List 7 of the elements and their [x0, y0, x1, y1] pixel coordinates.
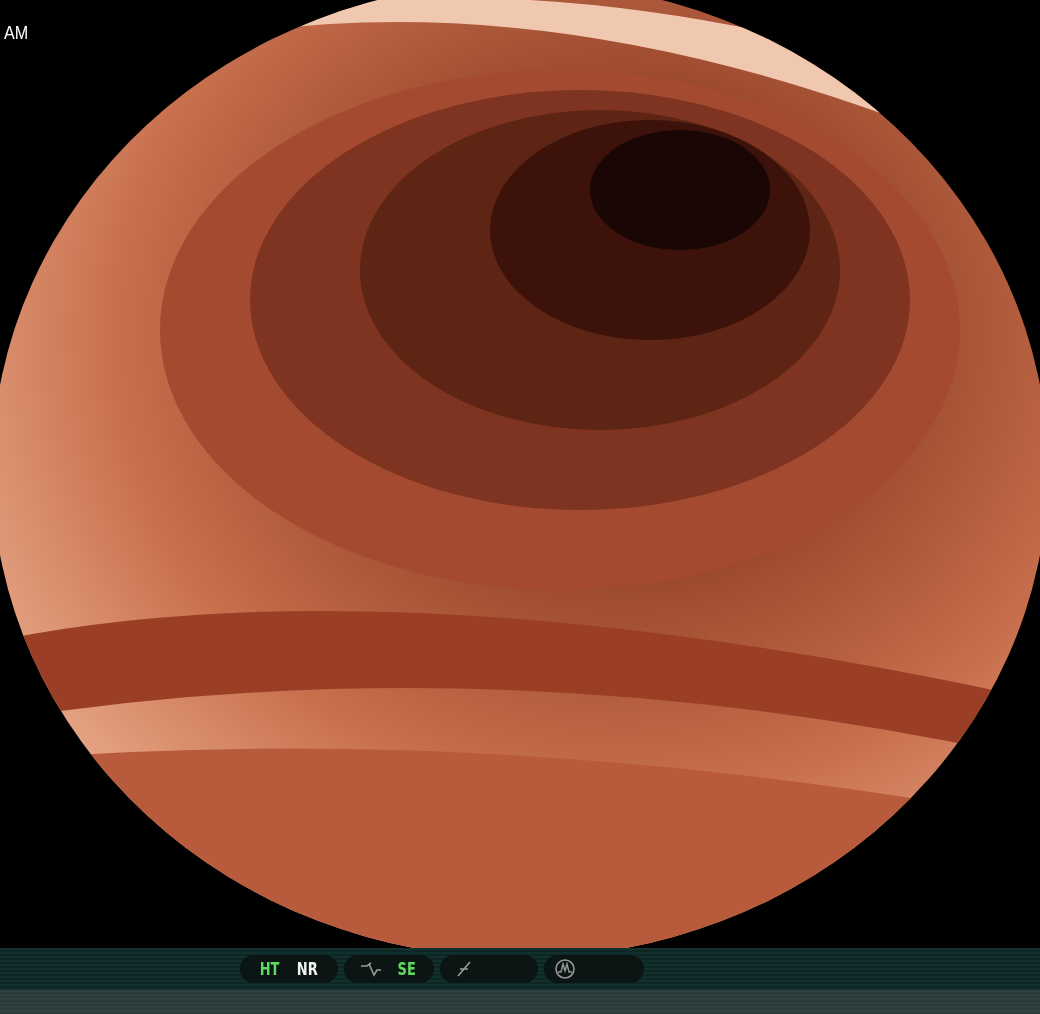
slash-curve-icon: [456, 960, 472, 978]
mode-indicator: HT: [259, 959, 280, 979]
time-label: AM: [4, 22, 29, 44]
mode-indicator: NR: [297, 959, 318, 979]
curve-icon: [360, 961, 382, 977]
wave-circle-icon: [554, 958, 576, 980]
mode-indicator: SE: [397, 959, 416, 979]
